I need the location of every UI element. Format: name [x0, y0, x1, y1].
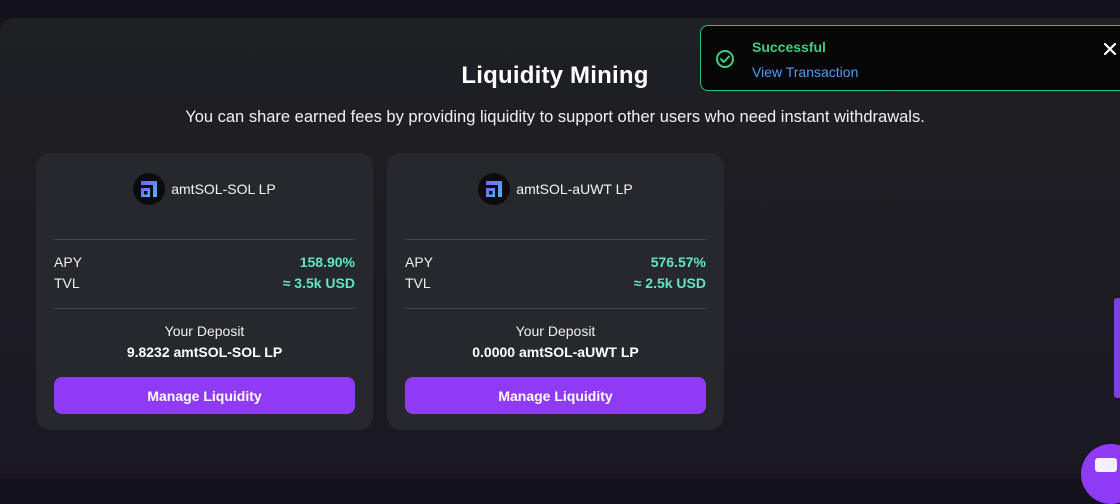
toast-title: Successful: [752, 39, 826, 55]
view-transaction-link[interactable]: View Transaction: [752, 64, 858, 80]
chat-icon: [1095, 458, 1117, 472]
close-icon[interactable]: [1101, 40, 1119, 58]
divider: [405, 308, 706, 309]
divider: [54, 239, 355, 240]
manage-liquidity-button[interactable]: Manage Liquidity: [405, 377, 706, 414]
apy-label: APY: [54, 254, 83, 270]
tvl-label: TVL: [54, 275, 80, 291]
success-toast: Successful View Transaction: [700, 25, 1120, 91]
amt-logo-icon: [133, 173, 166, 205]
page-subtitle: You can share earned fees by providing l…: [185, 108, 925, 126]
pool-name: amtSOL-aUWT LP: [516, 181, 633, 197]
tvl-value: ≈ 3.5k USD: [282, 275, 355, 291]
check-circle-icon: [715, 49, 735, 69]
amt-logo-icon: [478, 173, 511, 205]
pool-card-amtsol-sol: amtSOL-SOL LP APY 158.90% TVL ≈ 3.5k USD…: [36, 153, 373, 430]
pool-header: amtSOL-SOL LP: [36, 171, 373, 207]
pool-card-amtsol-auwt: amtSOL-aUWT LP APY 576.57% TVL ≈ 2.5k US…: [387, 153, 724, 430]
pool-header: amtSOL-aUWT LP: [387, 171, 724, 207]
apy-row: APY 158.90%: [54, 254, 355, 270]
deposit-label: Your Deposit: [164, 323, 245, 339]
deposit-label: Your Deposit: [515, 323, 596, 339]
tvl-row: TVL ≈ 2.5k USD: [405, 275, 706, 291]
apy-label: APY: [405, 254, 434, 270]
pool-name: amtSOL-SOL LP: [171, 181, 276, 197]
divider: [405, 239, 706, 240]
tvl-label: TVL: [405, 275, 431, 291]
side-scroll-indicator[interactable]: [1114, 298, 1120, 398]
tvl-row: TVL ≈ 3.5k USD: [54, 275, 355, 291]
apy-value: 158.90%: [299, 254, 355, 270]
divider: [54, 308, 355, 309]
apy-row: APY 576.57%: [405, 254, 706, 270]
apy-value: 576.57%: [650, 254, 706, 270]
tvl-value: ≈ 2.5k USD: [633, 275, 706, 291]
deposit-value: 9.8232 amtSOL-SOL LP: [126, 344, 283, 360]
deposit-value: 0.0000 amtSOL-aUWT LP: [472, 344, 639, 360]
manage-liquidity-button[interactable]: Manage Liquidity: [54, 377, 355, 414]
